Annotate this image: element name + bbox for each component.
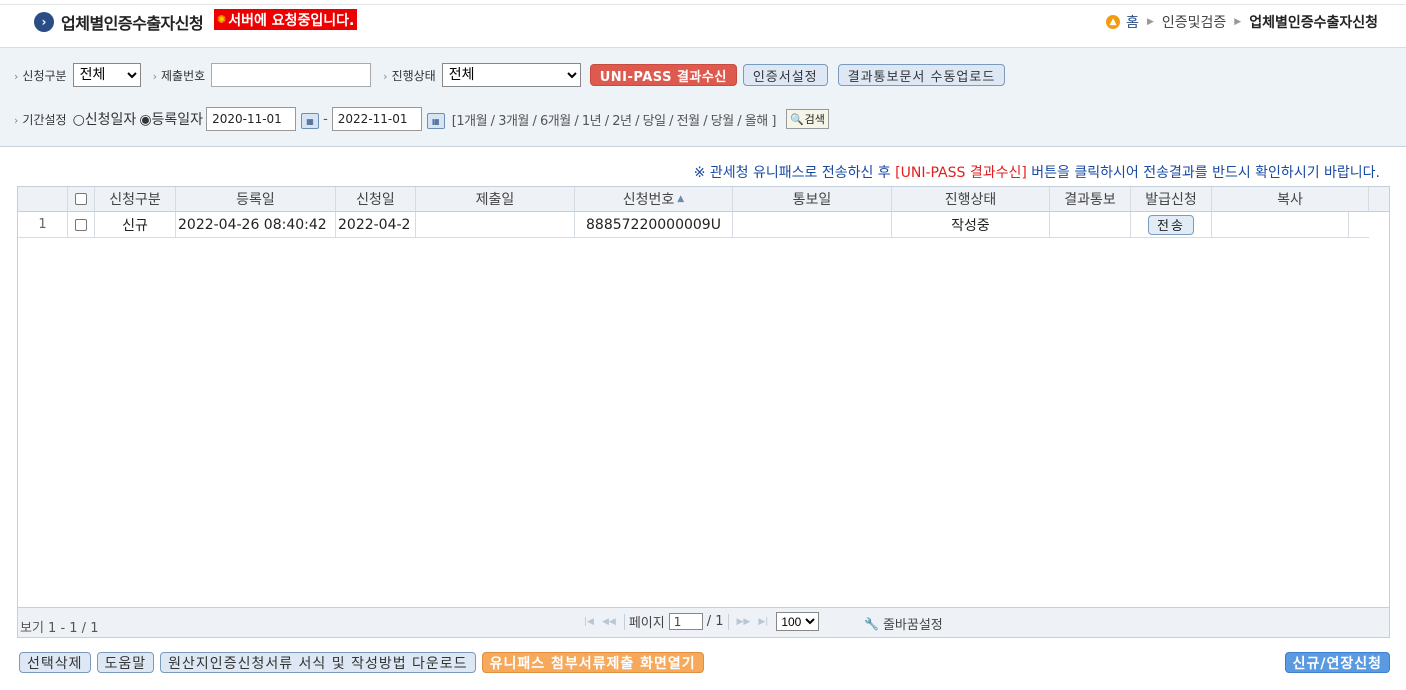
col-checkbox[interactable] — [68, 187, 95, 211]
notice-suffix: 버튼을 클릭하시어 전송결과를 반드시 확인하시기 바랍니다. — [1026, 165, 1380, 181]
search-button-label: 검색 — [804, 113, 825, 126]
search-row-1: 신청구분 전체 제출번호 진행상태 전체 UNI-PASS 결과수신 인증서설정… — [14, 63, 1006, 87]
breadcrumb: ▲ 홈 ▶ 인증및검증 ▶ 업체별인증수출자신청 — [1106, 12, 1378, 32]
col-registered[interactable]: 등록일 — [176, 187, 336, 211]
pager-divider — [727, 613, 729, 630]
col-issue[interactable]: 발급신청 — [1131, 187, 1212, 211]
rows-per-page-select[interactable]: 100 — [776, 612, 820, 631]
manual-upload-button[interactable]: 결과통보문서 수동업로드 — [837, 64, 1006, 86]
cell-status: 작성중 — [892, 212, 1050, 237]
unipass-result-button[interactable]: UNI-PASS 결과수신 — [589, 64, 737, 86]
calendar-icon[interactable]: ▦ — [426, 113, 445, 129]
row-num: 1 — [18, 212, 68, 237]
cell-notified — [733, 212, 892, 237]
wrap-setting[interactable]: 🔧 줄바꿈설정 — [864, 614, 943, 634]
unipass-open-button[interactable]: 유니패스 첨부서류제출 화면열기 — [481, 652, 704, 673]
loading-text: 서버에 요청중입니다. — [228, 12, 355, 29]
bottom-toolbar: 선택삭제 도움말 원산지인증신청서류 서식 및 작성방법 다운로드 유니패스 첨… — [19, 652, 704, 673]
radio-register-date[interactable]: ◉등록일자 — [139, 109, 203, 129]
col-submitted[interactable]: 제출일 — [416, 187, 575, 211]
table-row[interactable]: 1 신규 2022-04-26 08:40:42 2022-04-2 88857… — [18, 212, 1369, 238]
date-separator: - — [323, 111, 328, 127]
cert-setting-button[interactable]: 인증서설정 — [742, 64, 828, 86]
pager-divider — [623, 613, 625, 630]
notice-text: ※ 관세청 유니패스로 전송하신 후 [UNI-PASS 결과수신] 버튼을 클… — [694, 162, 1380, 182]
select-all-checkbox[interactable] — [75, 193, 87, 205]
col-copy[interactable]: 복사 — [1212, 187, 1369, 211]
type-select[interactable]: 전체 — [72, 63, 141, 87]
search-panel: 신청구분 전체 제출번호 진행상태 전체 UNI-PASS 결과수신 인증서설정… — [0, 47, 1406, 147]
grid-footer: 보기 1 - 1 / 1 |◀ ◀◀ 페이지 1 / 1 ▶▶ ▶| 100 🔧… — [18, 607, 1389, 637]
cell-result — [1050, 212, 1131, 237]
status-label: 진행상태 — [383, 67, 436, 84]
breadcrumb-current: 업체별인증수출자신청 — [1249, 15, 1378, 31]
cell-registered: 2022-04-26 08:40:42 — [176, 212, 336, 237]
date-to-input[interactable]: 2022-11-01 — [331, 107, 422, 131]
page-title: 업체별인증수출자신청 — [61, 14, 204, 33]
page-total: / 1 — [706, 614, 724, 629]
breadcrumb-sep-icon: ▶ — [1234, 17, 1242, 27]
submit-no-label: 제출번호 — [153, 67, 205, 84]
col-notified[interactable]: 통보일 — [733, 187, 892, 211]
page-header: › 업체별인증수출자신청 — [34, 10, 204, 34]
chevron-right-circle-icon: › — [34, 12, 54, 32]
loading-message: ✺ 서버에 요청중입니다. — [214, 9, 358, 30]
wrap-setting-label: 줄바꿈설정 — [882, 618, 943, 633]
delete-selected-button[interactable]: 선택삭제 — [19, 652, 91, 673]
first-page-icon[interactable]: |◀ — [584, 617, 594, 627]
cell-submitted — [416, 212, 575, 237]
col-applied[interactable]: 신청일 — [336, 187, 416, 211]
page-input[interactable]: 1 — [668, 613, 703, 630]
col-type[interactable]: 신청구분 — [95, 187, 176, 211]
new-apply-button[interactable]: 신규/연장신청 — [1284, 652, 1390, 673]
cell-type: 신규 — [95, 212, 176, 237]
cell-apply-no: 88857220000009U — [575, 212, 733, 237]
search-icon: 🔍 — [789, 112, 804, 126]
search-row-2: 기간설정 ○신청일자 ◉등록일자 2020-11-01 ▦ - 2022-11-… — [14, 107, 829, 131]
home-icon: ▲ — [1106, 15, 1121, 29]
cell-issue: 전송 — [1131, 212, 1212, 237]
spinner-icon: ✺ — [217, 13, 227, 26]
col-result[interactable]: 결과통보 — [1050, 187, 1131, 211]
wrench-icon: 🔧 — [864, 616, 879, 631]
help-button[interactable]: 도움말 — [96, 652, 155, 673]
cell-copy[interactable] — [1212, 212, 1349, 237]
type-label: 신청구분 — [14, 67, 66, 84]
breadcrumb-sep-icon: ▶ — [1146, 17, 1154, 27]
col-status[interactable]: 진행상태 — [892, 187, 1050, 211]
result-grid: 신청구분 등록일 신청일 제출일 신청번호 ▲ 통보일 진행상태 결과통보 발급… — [17, 186, 1390, 638]
last-page-icon[interactable]: ▶| — [758, 617, 768, 627]
form-download-button[interactable]: 원산지인증신청서류 서식 및 작성방법 다운로드 — [160, 652, 476, 673]
prev-page-icon[interactable]: ◀◀ — [602, 617, 616, 627]
notice-prefix: ※ 관세청 유니패스로 전송하신 후 — [693, 165, 896, 181]
calendar-icon[interactable]: ▦ — [301, 113, 320, 129]
breadcrumb-home[interactable]: 홈 — [1126, 12, 1139, 32]
col-rownum — [18, 187, 68, 211]
search-button[interactable]: 🔍 검색 — [785, 109, 829, 129]
row-checkbox[interactable] — [75, 218, 87, 231]
date-from-input[interactable]: 2020-11-01 — [206, 107, 297, 131]
new-apply-wrapper: 신규/연장신청 — [1284, 652, 1390, 673]
page-label: 페이지 — [628, 616, 665, 631]
pager: |◀ ◀◀ 페이지 1 / 1 ▶▶ ▶| 100 — [580, 612, 820, 631]
grid-header: 신청구분 등록일 신청일 제출일 신청번호 ▲ 통보일 진행상태 결과통보 발급… — [18, 187, 1389, 212]
view-count: 보기 1 - 1 / 1 — [20, 621, 99, 636]
cell-applied: 2022-04-2 — [336, 212, 416, 237]
breadcrumb-level1[interactable]: 인증및검증 — [1162, 12, 1226, 32]
next-page-icon[interactable]: ▶▶ — [737, 617, 751, 627]
period-shortcuts[interactable]: [1개월 / 3개월 / 6개월 / 1년 / 2년 / 당일 / 전월 / 당… — [452, 110, 777, 129]
send-button[interactable]: 전송 — [1148, 214, 1194, 235]
submit-no-input[interactable] — [211, 63, 372, 87]
row-checkbox-cell[interactable] — [68, 212, 95, 237]
radio-apply-date[interactable]: ○신청일자 — [73, 109, 137, 129]
status-select[interactable]: 전체 — [441, 63, 581, 87]
sort-icon[interactable]: ▲ — [677, 194, 684, 204]
col-apply-no-label: 신청번호 — [622, 192, 675, 208]
period-label: 기간설정 — [14, 111, 66, 128]
notice-highlight: [UNI-PASS 결과수신] — [895, 165, 1027, 181]
col-apply-no[interactable]: 신청번호 ▲ — [575, 187, 733, 211]
